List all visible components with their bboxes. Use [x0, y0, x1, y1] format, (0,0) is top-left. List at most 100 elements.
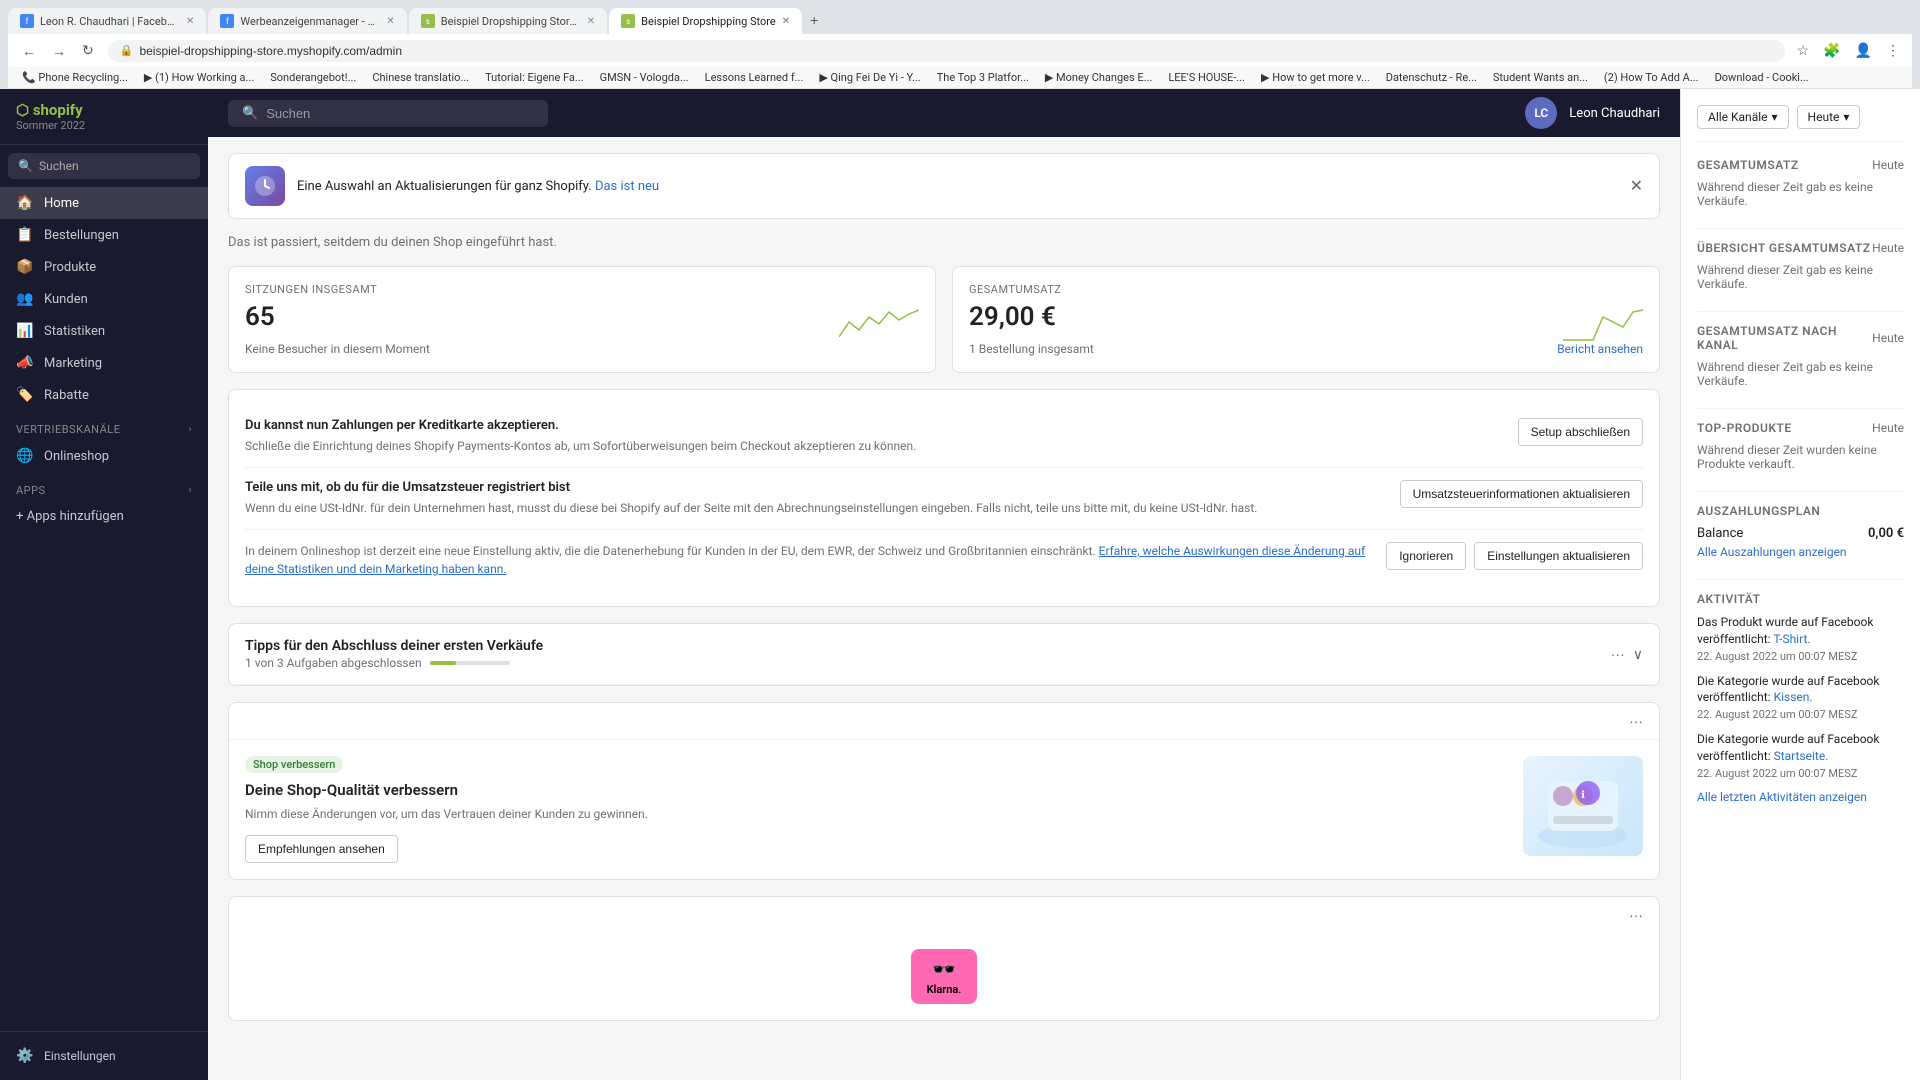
bookmark-2[interactable]: ▶ (1) How Working a...	[138, 69, 260, 86]
sidebar-item-add-app[interactable]: + Apps hinzufügen	[0, 501, 208, 532]
sidebar-header: ⬡ shopify Sommer 2022	[0, 89, 208, 145]
bookmark-4[interactable]: Chinese translatio...	[366, 69, 475, 86]
divider-3	[1697, 408, 1904, 409]
topbar-search[interactable]: 🔍	[228, 100, 548, 127]
divider-4	[1697, 491, 1904, 492]
channel-dropdown-icon: ▾	[1772, 110, 1778, 124]
expand-vertriebskanaele-icon: ›	[188, 424, 192, 435]
sidebar-item-kunden[interactable]: 👥 Kunden	[0, 283, 208, 315]
browser-tabs: f Leon R. Chaudhari | Facebook ✕ f Werbe…	[8, 6, 1912, 34]
browser-bar: ← → ↻ 🔒 ☆ 🧩 👤 ⋮	[8, 34, 1912, 67]
profile-button[interactable]: 👤	[1851, 40, 1876, 61]
sidebar-item-statistiken-label: Statistiken	[44, 324, 105, 339]
bookmark-16[interactable]: Download - Cooki...	[1709, 69, 1815, 86]
sidebar-search[interactable]: 🔍 Suchen	[8, 153, 200, 179]
add-app-label: + Apps hinzufügen	[16, 509, 124, 524]
tab-label-2: Werbeanzeigenmanager - W...	[240, 15, 380, 28]
setup-section: Du kannst nun Zahlungen per Kreditkarte …	[228, 389, 1660, 607]
user-avatar[interactable]: LC	[1525, 97, 1557, 129]
tab-label-4: Beispiel Dropshipping Store	[641, 15, 776, 28]
bookmark-button[interactable]: ☆	[1793, 40, 1814, 61]
by-channel-header: GESAMTUMSATZ NACH KANAL Heute	[1697, 324, 1904, 352]
klarna-body: 🕶️ Klarna.	[229, 933, 1659, 1020]
new-tab-button[interactable]: +	[804, 6, 824, 34]
tips-more-button[interactable]: ···	[1611, 646, 1625, 662]
setup-item-3-ignore-button[interactable]: Ignorieren	[1386, 542, 1466, 570]
sidebar-item-produkte-label: Produkte	[44, 260, 96, 275]
notification-link[interactable]: Das ist neu	[595, 179, 659, 194]
browser-tab-4[interactable]: s Beispiel Dropshipping Store ✕	[609, 8, 802, 34]
all-payouts-link[interactable]: Alle Auszahlungen anzeigen	[1697, 545, 1904, 559]
by-channel-title: GESAMTUMSATZ NACH KANAL	[1697, 324, 1872, 352]
sidebar-item-settings[interactable]: ⚙️ Einstellungen	[0, 1040, 208, 1072]
setup-item-1: Du kannst nun Zahlungen per Kreditkarte …	[245, 406, 1643, 468]
sidebar-item-rabatte[interactable]: 🏷️ Rabatte	[0, 379, 208, 411]
bookmark-14[interactable]: Student Wants an...	[1487, 69, 1594, 86]
setup-item-3-update-button[interactable]: Einstellungen aktualisieren	[1474, 542, 1643, 570]
tab-close-2[interactable]: ✕	[386, 16, 394, 27]
tab-close-1[interactable]: ✕	[186, 16, 194, 27]
date-label: Heute	[1808, 110, 1840, 124]
activity-link-1[interactable]: T-Shirt.	[1773, 632, 1810, 646]
setup-item-1-button[interactable]: Setup abschließen	[1518, 418, 1643, 446]
bookmark-8[interactable]: ▶ Qing Fei De Yi - Y...	[813, 69, 926, 86]
sidebar-item-onlineshop[interactable]: 🌐 Onlineshop	[0, 440, 208, 472]
tab-label-3: Beispiel Dropshipping Store ...	[441, 15, 581, 28]
activity-link-3[interactable]: Startseite.	[1774, 749, 1829, 763]
notification-close-button[interactable]: ✕	[1630, 176, 1643, 196]
bookmark-3[interactable]: Sonderangebot!...	[264, 69, 362, 86]
reload-button[interactable]: ↻	[76, 38, 100, 63]
vertriebskanaele-label: Vertriebskanäle	[16, 423, 120, 436]
top-products-header: TOP-PRODUKTE Heute	[1697, 421, 1904, 435]
setup-item-3-link[interactable]: Erfahre, welche Auswirkungen diese Änder…	[245, 544, 1365, 576]
bookmark-11[interactable]: LEE'S HOUSE-...	[1162, 69, 1251, 86]
tab-close-3[interactable]: ✕	[587, 16, 595, 27]
sidebar-item-statistiken[interactable]: 📊 Statistiken	[0, 315, 208, 347]
tips-collapse-button[interactable]: ∨	[1633, 646, 1643, 663]
bookmark-9[interactable]: The Top 3 Platfor...	[931, 69, 1035, 86]
address-input[interactable]	[139, 44, 1772, 58]
setup-item-1-title: Du kannst nun Zahlungen per Kreditkarte …	[245, 418, 916, 433]
bookmark-12[interactable]: ▶ How to get more v...	[1255, 69, 1376, 86]
activity-header: AKTIVITÄT	[1697, 592, 1904, 606]
payout-header: AUSZAHLUNGSPLAN	[1697, 504, 1904, 518]
channel-selector[interactable]: Alle Kanäle ▾	[1697, 105, 1789, 129]
bookmark-1[interactable]: 📞 Phone Recycling...	[16, 69, 134, 86]
setup-item-2-desc: Wenn du eine USt-IdNr. für dein Unterneh…	[245, 499, 1257, 517]
browser-tab-1[interactable]: f Leon R. Chaudhari | Facebook ✕	[8, 8, 206, 34]
sidebar-item-produkte[interactable]: 📦 Produkte	[0, 251, 208, 283]
bookmark-6[interactable]: GMSN - Vologda...	[594, 69, 695, 86]
sidebar: ⬡ shopify Sommer 2022 🔍 Suchen 🏠 Home 📋 …	[0, 89, 208, 1080]
sidebar-item-bestellungen[interactable]: 📋 Bestellungen	[0, 219, 208, 251]
address-bar[interactable]: 🔒	[108, 40, 1785, 62]
bookmark-5[interactable]: Tutorial: Eigene Fa...	[479, 69, 590, 86]
browser-tab-3[interactable]: s Beispiel Dropshipping Store ... ✕	[409, 8, 607, 34]
quality-more-button[interactable]: ···	[1629, 713, 1643, 729]
activity-link-2[interactable]: Kissen.	[1774, 690, 1813, 704]
quality-button[interactable]: Empfehlungen ansehen	[245, 835, 398, 863]
orders-icon: 📋	[16, 227, 34, 243]
bookmark-15[interactable]: (2) How To Add A...	[1598, 69, 1705, 86]
settings-label: Einstellungen	[44, 1049, 116, 1063]
by-channel-section: GESAMTUMSATZ NACH KANAL Heute Während di…	[1697, 324, 1904, 388]
sidebar-item-marketing[interactable]: 📣 Marketing	[0, 347, 208, 379]
bookmarks-bar: 📞 Phone Recycling... ▶ (1) How Working a…	[8, 67, 1912, 89]
klarna-more-button[interactable]: ···	[1629, 907, 1643, 923]
topbar-search-input[interactable]	[266, 106, 534, 121]
by-channel-note: Während dieser Zeit gab es keine Verkäuf…	[1697, 360, 1904, 388]
bookmark-10[interactable]: ▶ Money Changes E...	[1039, 69, 1158, 86]
back-button[interactable]: ←	[16, 38, 42, 63]
report-link[interactable]: Bericht ansehen	[1557, 342, 1643, 356]
tab-close-4[interactable]: ✕	[782, 16, 790, 27]
forward-button[interactable]: →	[46, 38, 72, 63]
extensions-button[interactable]: 🧩	[1819, 40, 1844, 61]
date-selector[interactable]: Heute ▾	[1797, 105, 1861, 129]
setup-item-2-button[interactable]: Umsatzsteuerinformationen aktualisieren	[1400, 480, 1643, 508]
bookmark-7[interactable]: Lessons Learned f...	[699, 69, 810, 86]
sidebar-item-home[interactable]: 🏠 Home	[0, 187, 208, 219]
bookmark-13[interactable]: Datenschutz - Re...	[1380, 69, 1483, 86]
menu-button[interactable]: ⋮	[1882, 40, 1904, 61]
all-activity-link[interactable]: Alle letzten Aktivitäten anzeigen	[1697, 790, 1904, 804]
tips-header: Tipps für den Abschluss deiner ersten Ve…	[229, 624, 1659, 685]
browser-tab-2[interactable]: f Werbeanzeigenmanager - W... ✕	[208, 8, 406, 34]
